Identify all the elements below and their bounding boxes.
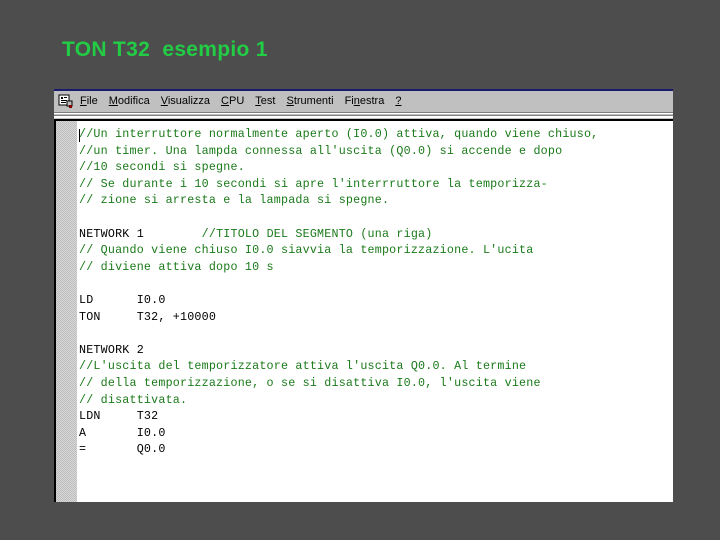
code-line: NETWORK 2 — [79, 342, 144, 357]
menu-finestra[interactable]: Finestra — [345, 95, 385, 107]
code-listing[interactable]: //Un interruttore normalmente aperto (I0… — [79, 126, 598, 458]
comment-line: // della temporizzazione, o se si disatt… — [79, 375, 541, 390]
code-line: TON T32, +10000 — [79, 309, 217, 324]
menu-test[interactable]: Test — [255, 95, 275, 107]
comment-line: //Un interruttore normalmente aperto (I0… — [79, 127, 599, 141]
menu-modifica[interactable]: Modifica — [109, 95, 150, 107]
menu-strumenti[interactable]: Strumenti — [286, 95, 333, 107]
comment-line: //10 secondi si spegne. — [79, 160, 245, 175]
divider — [54, 116, 673, 118]
editor-gutter — [56, 121, 77, 502]
code-line: A I0.0 — [79, 425, 166, 440]
menu-file[interactable]: File — [80, 95, 98, 107]
code-line: NETWORK 1 //TITOLO DEL SEGMENTO (una rig… — [79, 226, 598, 243]
comment-line: //L'uscita del temporizzatore attiva l'u… — [79, 359, 527, 374]
comment-line: // zione si arresta e la lampada si speg… — [79, 193, 390, 208]
comment-line: //un timer. Una lampda connessa all'usci… — [79, 143, 563, 158]
code-editor[interactable]: //Un interruttore normalmente aperto (I0… — [56, 121, 673, 502]
comment-line: // Se durante i 10 secondi si apre l'int… — [79, 176, 548, 191]
comment-line: // diviene attiva dopo 10 s — [79, 259, 274, 274]
menu-cpu[interactable]: CPU — [221, 95, 244, 107]
network-label: NETWORK 1 — [79, 226, 202, 241]
editor-frame: //Un interruttore normalmente aperto (I0… — [54, 119, 673, 502]
comment-line: // Quando viene chiuso I0.0 siavvia la t… — [79, 243, 534, 258]
menu-visualizza[interactable]: Visualizza — [161, 95, 210, 107]
menu-bar: File Modifica Visualizza CPU Test Strume… — [54, 91, 673, 111]
network-title-comment: //TITOLO DEL SEGMENTO (una riga) — [201, 226, 433, 241]
divider — [54, 113, 673, 114]
code-line: LDN T32 — [79, 409, 159, 424]
document-editor-icon[interactable] — [58, 93, 74, 109]
editor-window: File Modifica Visualizza CPU Test Strume… — [54, 89, 673, 502]
slide-title: TON T32 esempio 1 — [62, 38, 268, 61]
code-line: LD I0.0 — [79, 292, 166, 307]
menu-help[interactable]: ? — [395, 95, 401, 107]
code-line: = Q0.0 — [79, 442, 166, 457]
comment-line: // disattivata. — [79, 392, 188, 407]
